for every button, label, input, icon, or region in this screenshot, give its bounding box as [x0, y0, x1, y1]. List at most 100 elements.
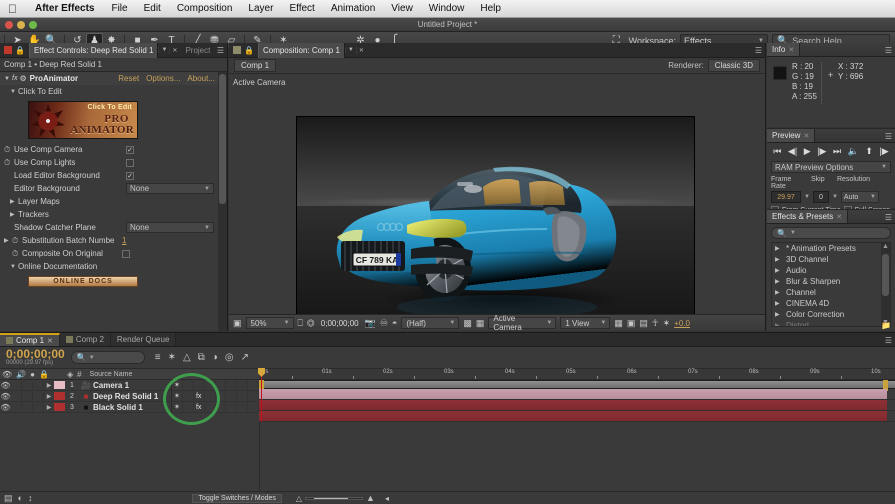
camera-view-dropdown[interactable]: Active Camera ▼	[488, 314, 557, 332]
table-row[interactable]: 👁 ▶ 1 🎥 Camera 1 ✶	[0, 379, 259, 391]
region-of-interest-toggle-icon[interactable]: ▩	[463, 318, 472, 329]
minimize-window-button[interactable]	[17, 21, 25, 29]
checkbox-unchecked[interactable]	[126, 158, 134, 167]
close-icon[interactable]: ✕	[47, 337, 53, 345]
exposure-icon[interactable]: ✶	[663, 318, 671, 329]
loop-button[interactable]: |▶	[879, 146, 888, 157]
close-icon[interactable]: ✕	[836, 213, 842, 221]
switch-adjustment[interactable]	[237, 390, 249, 402]
prop-substitution-batch-number[interactable]: ▶ ⏱ Substitution Batch Numbe 1	[0, 234, 227, 247]
disclosure-triangle-icon[interactable]: ▶	[44, 393, 54, 400]
show-snapshot-icon[interactable]: ♾	[380, 318, 388, 329]
solo-toggle-header-icon[interactable]: ●	[28, 370, 37, 379]
audio-toggle[interactable]	[11, 403, 22, 411]
stopwatch-icon[interactable]: ⏱	[4, 145, 14, 155]
layer-name[interactable]: Deep Red Solid 1	[93, 392, 171, 401]
window-controls[interactable]	[5, 21, 37, 29]
solo-toggle[interactable]	[22, 392, 33, 400]
switch-motion-blur[interactable]	[226, 401, 238, 413]
share-view-axes-icon[interactable]: ▦	[614, 318, 623, 329]
effect-controls-scrollbar[interactable]	[218, 72, 227, 331]
timeline-flowchart-icon[interactable]: ☥	[652, 318, 659, 329]
reset-link[interactable]: Reset	[118, 74, 139, 83]
tab-info[interactable]: Info ✕	[767, 43, 801, 56]
stopwatch-icon[interactable]: ⏱	[12, 236, 22, 246]
list-item[interactable]: ▶ Audio	[772, 265, 890, 276]
previous-frame-button[interactable]: ◀|	[788, 146, 797, 157]
chevron-down-icon[interactable]: ▼	[89, 355, 95, 361]
layer-switches-icon[interactable]: ◐	[18, 493, 23, 504]
layer-label-color[interactable]	[54, 403, 65, 411]
online-docs-button[interactable]: ONLINE DOCS	[28, 276, 138, 287]
disclosure-triangle-icon[interactable]: ▶	[10, 211, 18, 218]
group-layer-maps[interactable]: ▶ Layer Maps	[0, 195, 227, 208]
group-online-documentation[interactable]: ▼ Online Documentation	[0, 260, 227, 273]
switch-motion-blur[interactable]	[226, 379, 238, 391]
switch-collapse[interactable]	[183, 401, 194, 413]
switch-3d[interactable]	[248, 401, 259, 413]
switch-quality[interactable]	[194, 379, 205, 391]
view-layout-dropdown[interactable]: 1 View ▼	[560, 317, 611, 329]
first-frame-button[interactable]: ⏮	[773, 146, 781, 157]
ram-preview-options-dropdown[interactable]: RAM Preview Options ▼	[771, 161, 891, 173]
disclosure-triangle-icon[interactable]: ▶	[775, 322, 783, 326]
disclosure-triangle-icon[interactable]: ▶	[775, 289, 783, 296]
lock-toggle[interactable]	[33, 392, 44, 400]
layer-switches[interactable]: ✶ fx	[171, 401, 259, 413]
layer-label-color[interactable]	[54, 392, 65, 400]
tab-preview[interactable]: Preview ✕	[767, 129, 816, 142]
menu-window[interactable]: Window	[421, 3, 473, 14]
solo-toggle[interactable]	[22, 381, 33, 389]
label-color-header-icon[interactable]: ◈	[65, 370, 75, 379]
zoom-slider-track[interactable]	[305, 496, 364, 500]
disclosure-triangle-icon[interactable]: ▶	[4, 237, 12, 244]
switch-shy[interactable]: ✶	[172, 379, 183, 391]
checkbox-checked[interactable]: ✓	[126, 145, 134, 154]
layer-switches[interactable]: ✶ fx	[171, 390, 259, 402]
switch-collapse[interactable]	[183, 379, 194, 391]
composition-canvas[interactable]: CF 789 KA	[296, 116, 695, 314]
hide-shy-layers-icon[interactable]: △	[183, 352, 191, 363]
panel-menu-icon[interactable]: ☰	[885, 46, 892, 55]
lock-icon[interactable]: 🔒	[15, 46, 25, 55]
tab-comp-1[interactable]: Comp 1 ✕	[0, 333, 60, 346]
layer-label-color[interactable]	[54, 381, 65, 389]
draft-3d-icon[interactable]: ✶	[168, 352, 176, 363]
layer-duration-bar[interactable]	[259, 400, 887, 410]
panel-menu-icon[interactable]: ☰	[755, 46, 762, 55]
menu-layer[interactable]: Layer	[240, 3, 281, 14]
composition-mini-flowchart-icon[interactable]: ≡	[155, 352, 161, 363]
tab-effects-presets[interactable]: Effects & Presets ✕	[767, 210, 849, 223]
layer-name[interactable]: Black Solid 1	[93, 403, 171, 412]
proanimator-banner-button[interactable]: Click To Edit PRO ANIMATOR	[28, 101, 138, 139]
timeline-search-input[interactable]: 🔍 ▼	[70, 351, 145, 364]
toggle-switches-modes-button[interactable]: Toggle Switches / Modes	[192, 493, 282, 503]
audio-button[interactable]: 🔈	[848, 146, 859, 157]
renderer-value-button[interactable]: Classic 3D	[707, 59, 760, 72]
switch-collapse[interactable]	[183, 390, 194, 402]
disclosure-triangle-icon[interactable]: ▶	[775, 245, 783, 252]
timeline-current-timecode[interactable]: 0;00;00;00	[0, 348, 65, 360]
menu-help[interactable]: Help	[472, 3, 509, 14]
preview-resolution-dropdown[interactable]: Auto ▼	[840, 191, 879, 203]
list-item[interactable]: ▶ Color Correction	[772, 309, 890, 320]
expand-collapse-icon[interactable]: ↕	[28, 493, 33, 504]
switch-frame-blend[interactable]	[216, 379, 227, 391]
maximize-window-button[interactable]	[29, 21, 37, 29]
always-preview-icon[interactable]: ▣	[233, 318, 242, 329]
playhead[interactable]	[258, 368, 265, 422]
motion-blur-icon[interactable]: ◑	[212, 352, 218, 363]
last-frame-button[interactable]: ⏭	[833, 146, 841, 157]
zoom-out-icon[interactable]: △	[296, 494, 302, 503]
timecode-group[interactable]: 0;00;00;00 00000 (29.97 fps)	[0, 348, 65, 366]
region-of-interest-icon[interactable]: ⎕	[298, 318, 303, 329]
switch-shy[interactable]: ✶	[172, 390, 183, 402]
close-window-button[interactable]	[5, 21, 13, 29]
tab-render-queue[interactable]: Render Queue	[110, 333, 177, 346]
timeline-ruler[interactable]: 0s 01s 02s 03s 04s 05s 06s 07s 08s 09s 1…	[259, 369, 895, 380]
track-row-camera[interactable]	[259, 389, 895, 400]
checkbox-checked[interactable]: ✓	[126, 171, 134, 180]
play-button[interactable]: ▶	[804, 146, 811, 157]
video-toggle[interactable]: 👁	[0, 381, 11, 390]
switch-motion-blur[interactable]	[226, 390, 238, 402]
